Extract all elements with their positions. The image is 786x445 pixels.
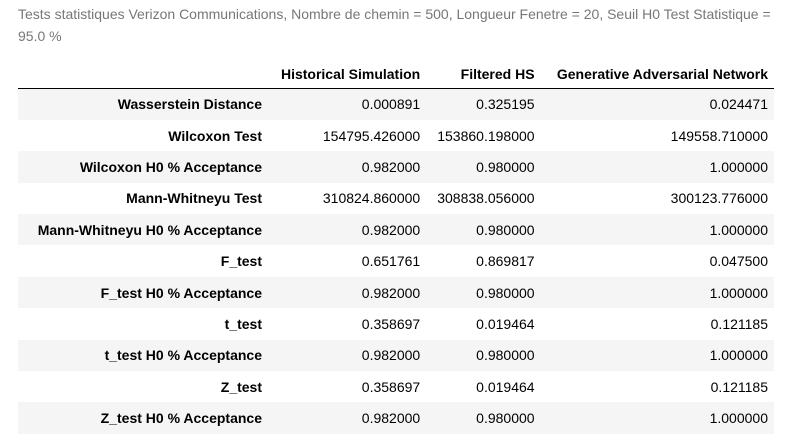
table-row: Mann-Whitneyu Test 310824.860000 308838.…	[18, 183, 774, 214]
column-header-historical-simulation: Historical Simulation	[268, 59, 427, 89]
table-row: Z_test 0.358697 0.019464 0.121185	[18, 371, 774, 402]
cell-value: 0.019464	[476, 315, 535, 332]
cell-value: 0.358697	[361, 378, 421, 395]
cell-value: 1.000000	[709, 347, 768, 364]
row-label: F_test H0 % Acceptance	[100, 284, 262, 301]
row-label: t_test H0 % Acceptance	[104, 347, 262, 364]
cell-value: 0.980000	[476, 347, 535, 364]
table-row: F_test 0.651761 0.869817 0.047500	[18, 245, 774, 276]
cell-value: 153860.198000	[437, 127, 535, 144]
cell-value: 0.980000	[476, 221, 535, 238]
cell-value: 0.982000	[361, 221, 421, 238]
cell-value: 0.024471	[709, 96, 768, 113]
cell-value: 1.000000	[709, 410, 768, 427]
row-label: Z_test	[220, 378, 262, 395]
cell-value: 0.982000	[361, 410, 421, 427]
cell-value: 300123.776000	[670, 190, 768, 207]
table-row: Wasserstein Distance 0.000891 0.325195 0…	[18, 88, 774, 120]
column-header-gan: Generative Adversarial Network	[540, 59, 774, 89]
statistics-table: Historical Simulation Filtered HS Genera…	[18, 59, 774, 434]
row-label: Mann-Whitneyu H0 % Acceptance	[37, 221, 262, 238]
row-label: t_test	[224, 315, 262, 332]
cell-value: 0.982000	[361, 347, 421, 364]
cell-value: 149558.710000	[670, 127, 768, 144]
cell-value: 1.000000	[709, 158, 768, 175]
cell-value: 308838.056000	[437, 190, 535, 207]
row-label: Mann-Whitneyu Test	[126, 190, 262, 207]
cell-value: 1.000000	[709, 284, 768, 301]
table-row: Wilcoxon Test 154795.426000 153860.19800…	[18, 120, 774, 151]
row-label: Wilcoxon Test	[168, 127, 262, 144]
cell-value: 1.000000	[709, 221, 768, 238]
cell-value: 0.121185	[710, 378, 768, 395]
row-label: Z_test H0 % Acceptance	[100, 410, 262, 427]
cell-value: 310824.860000	[322, 190, 421, 207]
cell-value: 0.980000	[476, 284, 535, 301]
cell-value: 0.121185	[710, 315, 768, 332]
cell-value: 0.980000	[476, 410, 535, 427]
column-header-filtered-hs: Filtered HS	[426, 59, 541, 89]
table-caption: Tests statistiques Verizon Communication…	[18, 6, 771, 44]
cell-value: 0.651761	[361, 253, 421, 270]
row-label: F_test	[220, 253, 262, 270]
header-corner	[18, 59, 268, 89]
table-header: Historical Simulation Filtered HS Genera…	[18, 59, 774, 89]
cell-value: 0.047500	[709, 253, 768, 270]
header-row: Historical Simulation Filtered HS Genera…	[18, 59, 774, 89]
table-row: F_test H0 % Acceptance 0.982000 0.980000…	[18, 276, 774, 309]
cell-value: 0.869817	[476, 253, 535, 270]
cell-value: 0.982000	[361, 158, 421, 175]
cell-value: 0.019464	[476, 378, 535, 395]
cell-value: 0.980000	[476, 158, 535, 175]
row-label: Wilcoxon H0 % Acceptance	[79, 158, 262, 175]
row-label: Wasserstein Distance	[117, 96, 262, 113]
table-row: t_test H0 % Acceptance 0.982000 0.980000…	[18, 339, 774, 372]
cell-value: 0.000891	[361, 96, 421, 113]
table-row: Wilcoxon H0 % Acceptance 0.982000 0.9800…	[18, 151, 774, 183]
cell-value: 154795.426000	[322, 127, 421, 144]
table-body: Wasserstein Distance 0.000891 0.325195 0…	[18, 88, 774, 434]
table-row: Z_test H0 % Acceptance 0.982000 0.980000…	[18, 402, 774, 434]
cell-value: 0.358697	[361, 315, 421, 332]
table-row: t_test 0.358697 0.019464 0.121185	[18, 308, 774, 339]
table-row: Mann-Whitneyu H0 % Acceptance 0.982000 0…	[18, 214, 774, 246]
cell-value: 0.982000	[361, 284, 421, 301]
cell-value: 0.325195	[476, 96, 535, 113]
